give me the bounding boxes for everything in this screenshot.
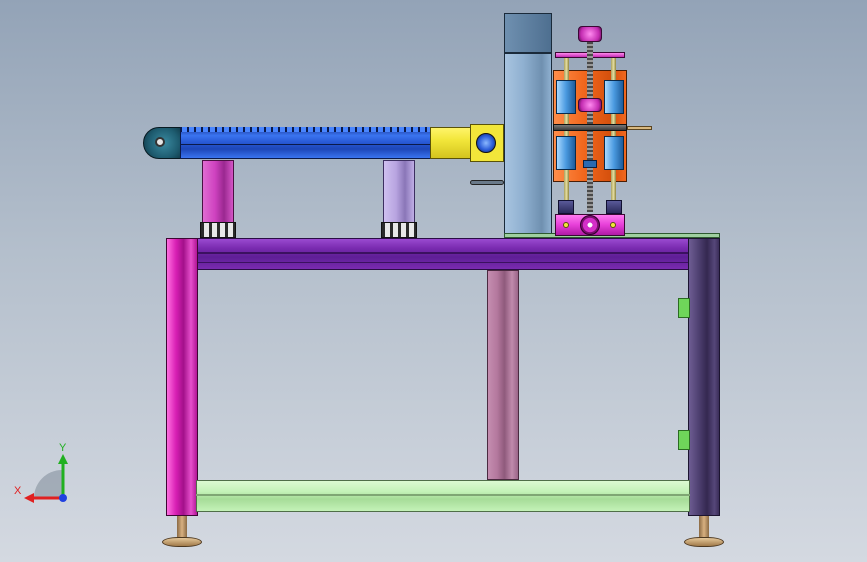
- conveyor-leg-right[interactable]: [383, 160, 415, 224]
- bearing-lower-left[interactable]: [556, 136, 576, 170]
- conveyor-belt-texture: [180, 127, 432, 132]
- tower-cap[interactable]: [504, 13, 552, 53]
- conveyor-leg-left-foot: [200, 222, 236, 238]
- base-bolt-right-icon: [610, 222, 616, 228]
- base-bolt-left-icon: [563, 222, 569, 228]
- frame-bottom-beam-groove: [196, 494, 690, 496]
- x-axis-arrow-icon: [24, 493, 34, 503]
- bearing-upper-right[interactable]: [604, 80, 624, 114]
- triad-svg: [24, 454, 68, 503]
- carriage-nut: [583, 160, 597, 168]
- tower-body[interactable]: [504, 53, 552, 235]
- leveling-foot-left-pad[interactable]: [162, 537, 202, 547]
- z-axis-dot-icon: [59, 494, 67, 502]
- conveyor-drive-block[interactable]: [430, 127, 472, 159]
- coordinate-triad: Y X: [12, 440, 82, 510]
- middle-knob-icon[interactable]: [578, 98, 602, 112]
- roller-hub-icon: [155, 137, 165, 147]
- frame-center-post[interactable]: [487, 270, 519, 480]
- frame-top-beam[interactable]: [196, 238, 690, 270]
- drive-motor-icon: [476, 133, 496, 153]
- frame-bottom-beam[interactable]: [196, 480, 690, 512]
- rod-clamp-left: [558, 200, 574, 214]
- rod-clamp-right: [606, 200, 622, 214]
- leveling-foot-left-stem: [177, 516, 187, 538]
- frame-left-post[interactable]: [166, 238, 198, 516]
- drive-shaft: [470, 180, 504, 185]
- triad-plane: [34, 470, 62, 498]
- conveyor-leg-right-foot: [381, 222, 417, 238]
- conveyor-leg-left[interactable]: [202, 160, 234, 224]
- frame-right-post[interactable]: [688, 238, 720, 516]
- conveyor-belt-line: [180, 144, 432, 145]
- y-axis-arrow-icon: [58, 454, 68, 464]
- side-bracket-lower[interactable]: [678, 430, 690, 450]
- bearing-lower-right[interactable]: [604, 136, 624, 170]
- y-axis-label: Y: [59, 442, 67, 454]
- carriage-crossbar[interactable]: [553, 124, 627, 131]
- side-bracket-upper[interactable]: [678, 298, 690, 318]
- leveling-foot-right-stem: [699, 516, 709, 538]
- x-axis-label: X: [14, 485, 22, 497]
- lift-pulley-icon[interactable]: [580, 215, 600, 235]
- top-knob-icon[interactable]: [578, 26, 602, 42]
- carriage-arm[interactable]: [627, 126, 652, 130]
- frame-top-beam-groove-lower: [196, 262, 690, 263]
- frame-top-beam-groove: [196, 252, 690, 254]
- cad-viewport[interactable]: Y X: [0, 0, 867, 562]
- bearing-upper-left[interactable]: [556, 80, 576, 114]
- leveling-foot-right-pad[interactable]: [684, 537, 724, 547]
